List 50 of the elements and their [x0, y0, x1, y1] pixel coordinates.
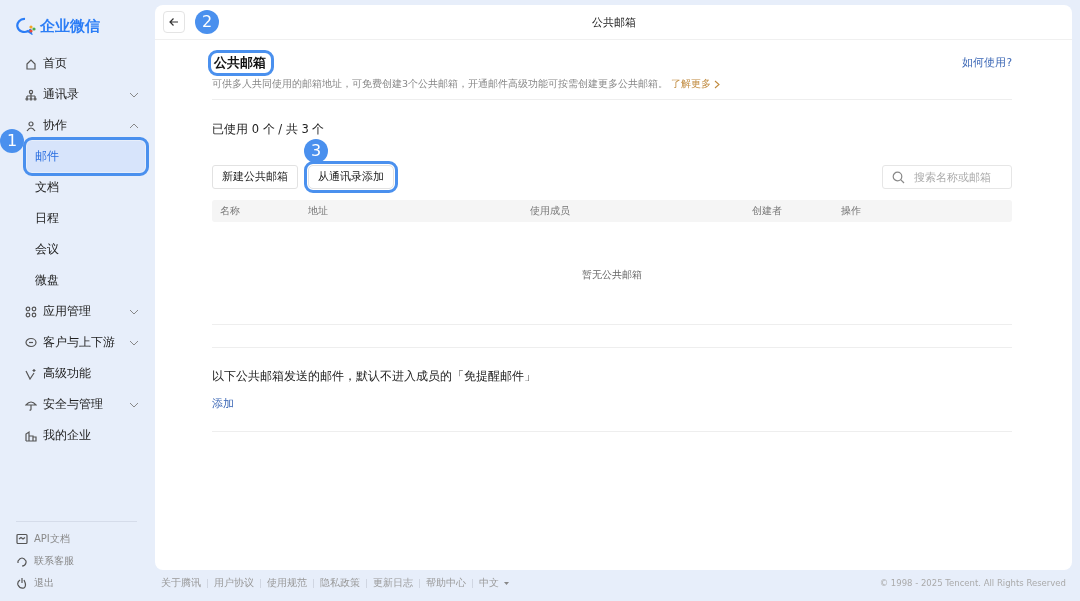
- back-arrow-icon: [169, 17, 179, 27]
- caret-down-icon: [503, 580, 510, 586]
- description-text: 可供多人共同使用的邮箱地址，可免费创建3个公共邮箱，开通邮件高级功能可按需创建更多公共邮箱。: [212, 78, 669, 91]
- nav-item[interactable]: 我的企业: [25, 420, 153, 451]
- help-link[interactable]: 如何使用?: [962, 56, 1012, 70]
- column-header: 地址: [308, 204, 329, 218]
- chevron-down-icon: [129, 91, 139, 98]
- home-icon: [25, 57, 37, 70]
- chevron-down-icon: [129, 308, 139, 315]
- usage-count: 已使用 0 个 / 共 3 个: [212, 122, 326, 137]
- nav-item[interactable]: 客户与上下游: [25, 327, 153, 358]
- nav-subitem[interactable]: 文档: [25, 172, 145, 203]
- header-title: 公共邮箱: [591, 14, 636, 30]
- reminder-text: 以下公共邮箱发送的邮件，默认不进入成员的「免提醒邮件」: [212, 369, 537, 384]
- people-icon: [25, 119, 37, 132]
- action-button[interactable]: 新建公共邮箱: [212, 165, 298, 189]
- org-chart-icon: [25, 88, 37, 101]
- app-logo-text: 企业微信: [40, 16, 100, 36]
- chevron-up-icon: [129, 122, 139, 129]
- sparkle-icon: [25, 367, 37, 380]
- chevron-down-icon: [129, 401, 139, 408]
- search-input[interactable]: 搜索名称或邮箱: [914, 171, 1004, 183]
- building-icon: [25, 429, 37, 442]
- chevron-right-icon: [714, 80, 721, 89]
- document-icon: [16, 532, 28, 545]
- column-header: 使用成员: [530, 204, 571, 218]
- chevron-down-icon: [129, 339, 139, 346]
- nav-item[interactable]: 应用管理: [25, 296, 153, 327]
- nav-item[interactable]: 安全与管理: [25, 389, 153, 420]
- nav-item[interactable]: 首页: [25, 48, 153, 79]
- nav-item[interactable]: 协作: [25, 110, 153, 141]
- add-link[interactable]: 添加: [212, 397, 1012, 411]
- column-header: 操作: [841, 204, 861, 218]
- nav-subitem[interactable]: 微盘: [25, 265, 145, 296]
- empty-state-text: 暂无公共邮箱: [581, 268, 643, 282]
- power-icon: [16, 576, 28, 589]
- copyright-text: © 1998 - 2025 Tencent. All Rights Reserved: [879, 578, 1066, 588]
- nav-subitem[interactable]: 会议: [25, 234, 145, 265]
- column-header: 名称: [220, 204, 241, 218]
- search-field[interactable]: 搜索名称或邮箱: [882, 165, 1012, 189]
- back-button[interactable]: [163, 11, 185, 33]
- chat-bubble-icon: [25, 336, 37, 349]
- grid-icon: [25, 305, 37, 318]
- nav-item[interactable]: 高级功能: [25, 358, 153, 389]
- column-header: 创建者: [752, 204, 783, 218]
- nav-subitem[interactable]: 日程: [25, 203, 145, 234]
- search-icon: [892, 170, 905, 184]
- umbrella-icon: [25, 398, 37, 411]
- nav-item[interactable]: 通讯录: [25, 79, 153, 110]
- chat-logo-icon: [16, 17, 36, 35]
